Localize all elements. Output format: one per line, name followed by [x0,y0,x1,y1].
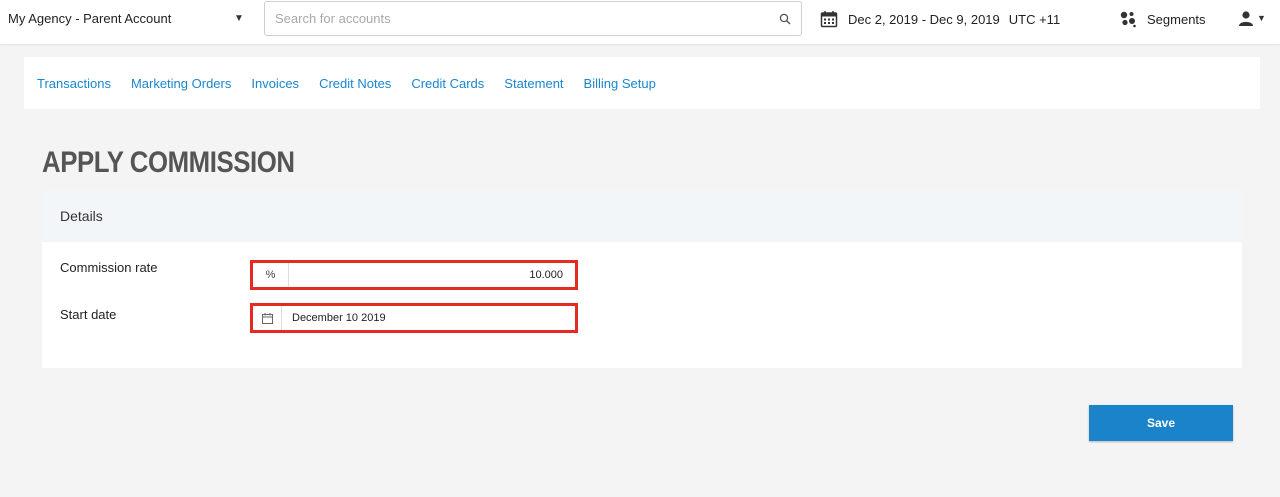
billing-tabs: Transactions Marketing Orders Invoices C… [24,57,1260,109]
tab-invoices[interactable]: Invoices [251,76,299,91]
calendar-icon [261,312,273,324]
tab-statement[interactable]: Statement [504,76,563,91]
details-header-label: Details [60,208,103,224]
segments-icon [1120,11,1136,28]
start-date-field[interactable]: December 10 2019 [250,303,578,333]
caret-down-icon: ▼ [1257,13,1266,23]
commission-rate-value[interactable]: 10.000 [529,263,563,287]
details-panel: Details Commission rate % 10.000 Start d… [42,190,1242,368]
date-range-text: Dec 2, 2019 - Dec 9, 2019 [848,11,1000,27]
tab-transactions[interactable]: Transactions [37,76,111,91]
caret-down-icon: ▼ [234,13,244,24]
tab-billing-setup[interactable]: Billing Setup [584,76,656,91]
calendar-icon [820,11,838,28]
tab-credit-notes[interactable]: Credit Notes [319,76,391,91]
search-icon[interactable] [779,13,791,25]
tab-marketing-orders[interactable]: Marketing Orders [131,76,231,91]
segments-button[interactable]: Segments [1119,10,1206,28]
search-input[interactable] [265,2,775,35]
start-date-value[interactable]: December 10 2019 [292,306,386,330]
date-range-picker[interactable]: Dec 2, 2019 - Dec 9, 2019 UTC +11 [820,10,1060,28]
details-header: Details [42,190,1242,242]
save-button[interactable]: Save [1089,405,1233,441]
user-icon [1239,11,1253,26]
percent-addon: % [253,263,289,287]
page-title: APPLY COMMISSION [42,146,295,179]
account-name: My Agency - Parent Account [8,11,172,26]
user-menu[interactable]: ▼ [1238,10,1266,26]
commission-rate-label: Commission rate [60,260,158,275]
account-selector[interactable]: My Agency - Parent Account ▼ [0,0,255,38]
timezone-text: UTC +11 [1008,11,1061,27]
start-date-label: Start date [60,307,117,322]
calendar-addon[interactable] [253,306,282,330]
segments-label: Segments [1147,11,1206,27]
tab-credit-cards[interactable]: Credit Cards [411,76,484,91]
top-bar: My Agency - Parent Account ▼ Dec 2, 2019… [0,0,1280,44]
commission-rate-field[interactable]: % 10.000 [250,260,578,290]
account-search [264,1,802,36]
